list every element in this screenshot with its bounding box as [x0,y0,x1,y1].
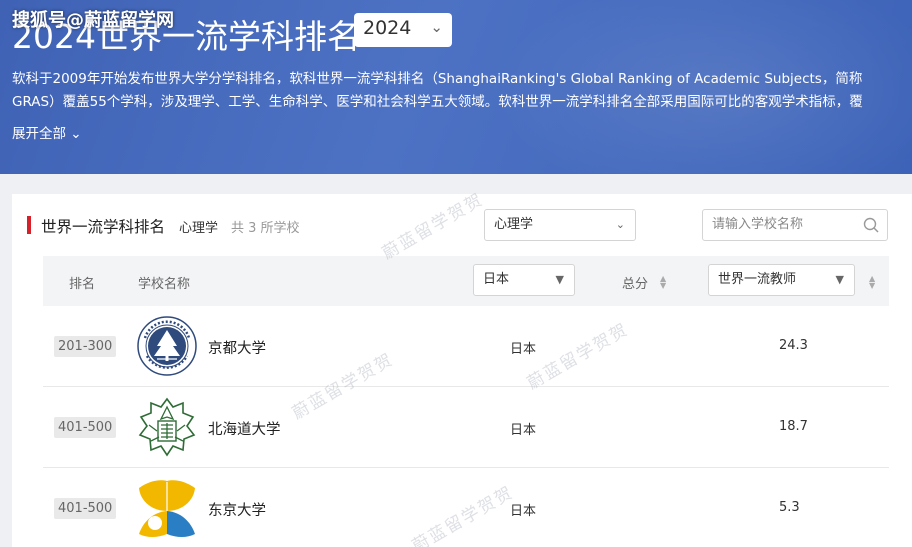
rank-badge: 401-500 [54,498,117,519]
table-row[interactable]: 401-500 北海道大学 日本 18.7 [43,387,889,468]
search-placeholder: 请输入学校名称 [712,217,804,232]
school-score: 24.3 [779,338,808,353]
metric-filter-select[interactable]: 世界一流教师 ▼ [708,264,855,296]
hokkaido-university-logo-icon [138,397,196,457]
school-name[interactable]: 东京大学 [208,499,266,520]
rank-badge: 201-300 [54,336,117,357]
section-accent-bar [27,216,31,234]
school-country: 日本 [510,504,537,519]
kyoto-university-logo-icon [137,316,197,376]
header-score[interactable]: 总分 [622,273,648,292]
header-score-label: 总分 [622,277,649,292]
subject-select[interactable]: 心理学 ⌄ [484,209,636,241]
section-title: 世界一流学科排名 [41,218,166,236]
table-row[interactable]: 401-500 东京大学 日本 5.3 [43,468,889,547]
sort-icon[interactable]: ▲ ▼ [660,275,666,290]
section-subject: 心理学 [179,221,219,236]
banner-description: 软科于2009年开始发布世界大学分学科排名，软科世界一流学科排名（Shangha… [12,71,863,110]
school-name[interactable]: 京都大学 [208,337,266,358]
school-score: 5.3 [779,500,800,515]
chevron-down-icon: ⌄ [430,18,443,36]
school-country: 日本 [510,342,537,357]
country-filter-select[interactable]: 日本 ▼ [473,264,575,296]
tokyo-university-logo-icon [139,480,195,537]
header-rank: 排名 [69,277,96,292]
school-country: 日本 [510,423,537,438]
ranking-card: 世界一流学科排名 心理学 共 3 所学校 心理学 ⌄ 请输入学校名称 排名 学校… [12,194,912,547]
table-row[interactable]: 201-300 京都大学 日本 24.3 [43,306,889,387]
caret-down-icon: ▼ [555,273,564,286]
school-search-input[interactable]: 请输入学校名称 [702,209,888,241]
year-select[interactable]: 2024 ⌄ [354,13,452,47]
watermark-top: 搜狐号@蔚蓝留学网 [12,10,174,31]
school-count: 共 3 所学校 [231,221,300,236]
metric-filter-value: 世界一流教师 [718,272,797,287]
year-select-value: 2024 [363,17,412,39]
expand-all-label: 展开全部 [12,126,66,142]
chevron-down-icon: ⌄ [615,218,625,231]
school-score: 18.7 [779,419,808,434]
chevron-down-icon: ⌄ [70,126,82,142]
country-filter-value: 日本 [483,272,510,287]
school-name[interactable]: 北海道大学 [208,418,281,439]
subject-select-value: 心理学 [494,217,534,232]
expand-all-link[interactable]: 展开全部 ⌄ [12,122,82,142]
sort-icon[interactable]: ▲ ▼ [869,275,875,290]
search-icon[interactable] [863,217,879,233]
rank-badge: 401-500 [54,417,117,438]
caret-down-icon: ▼ [835,273,844,286]
table-header: 排名 学校名称 日本 ▼ 总分 ▲ ▼ 世界一流教师 ▼ ▲ ▼ [43,256,889,306]
header-school-name: 学校名称 [138,277,191,292]
